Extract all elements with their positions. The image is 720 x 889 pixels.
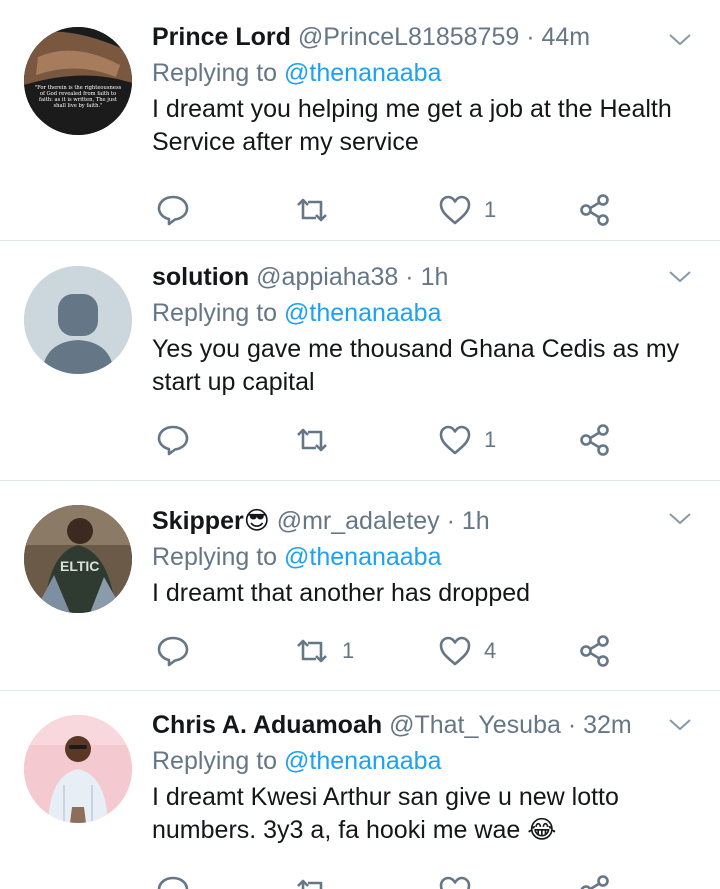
replying-to: Replying to @thenanaaba — [152, 57, 696, 89]
reply-button[interactable] — [156, 190, 202, 230]
separator: · — [567, 711, 577, 739]
avatar-shirt-text: ELTIC — [60, 558, 99, 574]
avatar[interactable]: ELTIC — [24, 505, 132, 613]
avatar-image — [24, 715, 132, 823]
tweet-header: Prince Lord @PrinceL81858759 · 44m — [152, 21, 696, 53]
tweet[interactable]: "For therein is the righteousness of God… — [0, 0, 720, 241]
retweet-button[interactable] — [294, 871, 342, 889]
tweet-content: solution @appiaha38 · 1h Replying to @th… — [152, 261, 696, 399]
replying-to: Replying to @thenanaaba — [152, 541, 696, 573]
heart-icon — [439, 425, 471, 455]
heart-icon — [439, 636, 471, 666]
share-button[interactable] — [578, 631, 612, 671]
mention-link[interactable]: @thenanaaba — [284, 59, 441, 87]
heart-icon — [439, 876, 471, 889]
default-profile-icon — [24, 266, 132, 374]
reply-button[interactable] — [156, 871, 202, 889]
avatar[interactable] — [24, 266, 132, 374]
tweet-text: I dreamt Kwesi Arthur san give u new lot… — [152, 783, 619, 844]
share-icon — [580, 194, 609, 226]
tweet[interactable]: solution @appiaha38 · 1h Replying to @th… — [0, 241, 720, 481]
avatar-image: "For therein is the righteousness of God… — [24, 27, 132, 135]
display-name[interactable]: Skipper😎 — [152, 507, 270, 535]
avatar[interactable]: "For therein is the righteousness of God… — [24, 27, 132, 135]
reply-icon — [157, 195, 189, 226]
like-button[interactable]: 4 — [438, 631, 496, 671]
avatar[interactable] — [24, 715, 132, 823]
tweet[interactable]: ELTIC Skipper😎 @mr_adaletey · 1h Replyin… — [0, 481, 720, 691]
tweet-header: Chris A. Aduamoah @That_Yesuba · 32m — [152, 709, 696, 741]
replying-to-label: Replying to — [152, 59, 278, 87]
tweet-text: Yes you gave me thousand Ghana Cedis as … — [152, 335, 680, 396]
mention-link[interactable]: @thenanaaba — [284, 299, 441, 327]
tweet-actions: 1 — [152, 190, 622, 230]
mention-link[interactable]: @thenanaaba — [284, 543, 441, 571]
replying-to: Replying to @thenanaaba — [152, 745, 696, 777]
replying-to: Replying to @thenanaaba — [152, 297, 696, 329]
separator: · — [405, 263, 414, 291]
reply-icon — [157, 876, 189, 889]
like-count: 4 — [484, 638, 497, 663]
tweet-text: I dreamt that another has dropped — [152, 579, 531, 607]
retweet-icon — [297, 639, 327, 663]
tweet-text: I dreamt you helping me get a job at the… — [152, 95, 672, 156]
share-button[interactable] — [578, 871, 612, 889]
tweet[interactable]: Chris A. Aduamoah @That_Yesuba · 32m Rep… — [0, 691, 720, 889]
mention-link[interactable]: @thenanaaba — [284, 747, 441, 775]
display-name[interactable]: solution — [152, 263, 249, 291]
like-button[interactable]: 1 — [438, 420, 496, 460]
chevron-down-icon[interactable] — [668, 265, 692, 289]
replying-to-label: Replying to — [152, 543, 278, 571]
share-button[interactable] — [578, 190, 612, 230]
tweet-content: Skipper😎 @mr_adaletey · 1h Replying to @… — [152, 505, 696, 610]
user-handle[interactable]: @appiaha38 — [256, 263, 398, 291]
heart-icon — [439, 195, 471, 225]
timestamp[interactable]: 1h — [421, 263, 449, 291]
chevron-down-icon[interactable] — [668, 507, 692, 531]
tweet-content: Prince Lord @PrinceL81858759 · 44m Reply… — [152, 21, 696, 159]
timestamp[interactable]: 1h — [462, 507, 490, 535]
timestamp[interactable]: 32m — [583, 711, 632, 739]
timestamp[interactable]: 44m — [541, 23, 590, 51]
share-icon — [580, 875, 609, 889]
separator: · — [526, 23, 535, 51]
user-handle[interactable]: @That_Yesuba — [389, 711, 561, 739]
retweet-icon — [297, 198, 327, 222]
reply-icon — [157, 636, 189, 667]
like-count: 1 — [484, 197, 497, 222]
tweet-actions: 1 4 — [152, 631, 622, 671]
like-button[interactable]: 1 — [438, 190, 496, 230]
reply-button[interactable] — [156, 631, 202, 671]
retweet-button[interactable] — [294, 420, 342, 460]
display-name[interactable]: Prince Lord — [152, 23, 291, 51]
tweet-header: Skipper😎 @mr_adaletey · 1h — [152, 505, 696, 537]
retweet-icon — [297, 428, 327, 452]
tweet-content: Chris A. Aduamoah @That_Yesuba · 32m Rep… — [152, 709, 696, 847]
retweet-count: 1 — [342, 638, 355, 663]
user-handle[interactable]: @PrinceL81858759 — [298, 23, 519, 51]
tweet-header: solution @appiaha38 · 1h — [152, 261, 696, 293]
retweet-button[interactable] — [294, 190, 342, 230]
tweet-actions — [152, 871, 622, 889]
retweet-button[interactable]: 1 — [294, 631, 354, 671]
reply-button[interactable] — [156, 420, 202, 460]
share-button[interactable] — [578, 420, 612, 460]
replying-to-label: Replying to — [152, 747, 278, 775]
reply-icon — [157, 425, 189, 456]
display-name[interactable]: Chris A. Aduamoah — [152, 711, 382, 739]
user-handle[interactable]: @mr_adaletey — [277, 507, 440, 535]
avatar-image: ELTIC — [24, 505, 132, 613]
separator: · — [446, 507, 455, 535]
chevron-down-icon[interactable] — [668, 713, 692, 737]
replying-to-label: Replying to — [152, 299, 278, 327]
like-button[interactable] — [438, 871, 484, 889]
chevron-down-icon[interactable] — [668, 28, 692, 52]
share-icon — [580, 635, 609, 667]
tweet-actions: 1 — [152, 420, 622, 460]
like-count: 1 — [484, 427, 497, 452]
avatar-caption: "For therein is the righteousness of God… — [34, 85, 122, 109]
retweet-icon — [297, 879, 323, 889]
share-icon — [580, 424, 609, 456]
